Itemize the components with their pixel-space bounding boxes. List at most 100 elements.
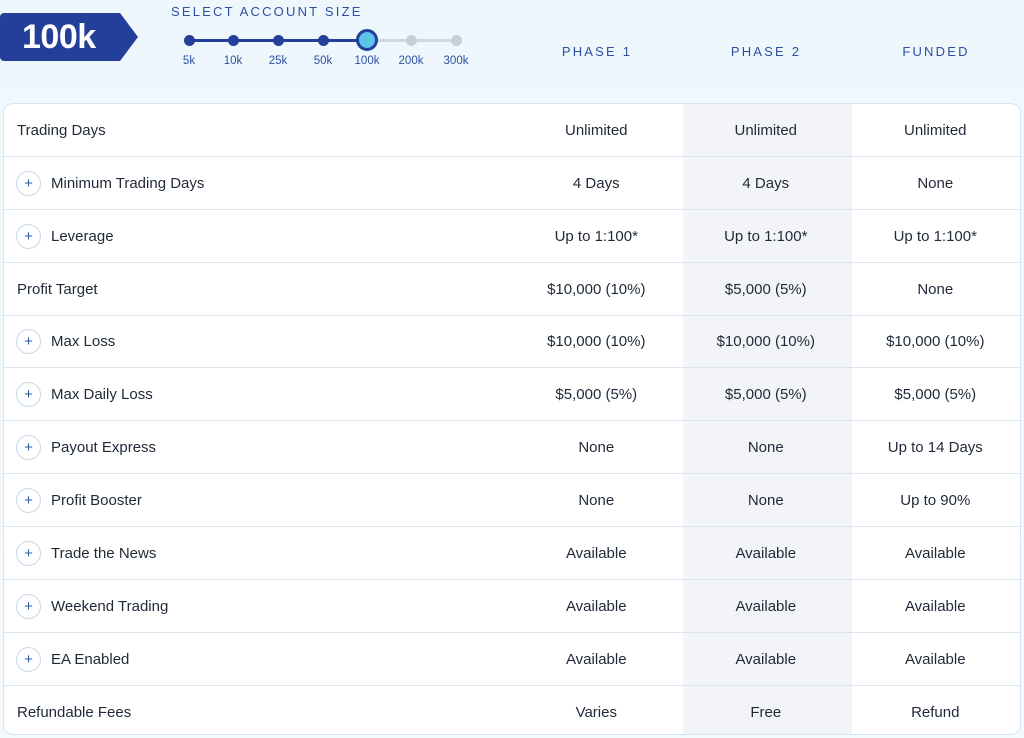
slider-stop-25k[interactable]: 25k bbox=[268, 28, 288, 67]
row-label: Max Daily Loss bbox=[51, 385, 153, 403]
cell-phase-2: None bbox=[747, 438, 784, 456]
slider-dot[interactable] bbox=[405, 35, 417, 46]
row-label: Refundable Fees bbox=[17, 704, 132, 721]
cell-phase-1: $10,000 (10%) bbox=[547, 280, 646, 298]
cell-phase-1: $10,000 (10%) bbox=[547, 332, 646, 350]
plus-icon[interactable]: + bbox=[16, 328, 41, 354]
account-size-badge: 100k bbox=[0, 13, 138, 61]
table-row: + Max Daily Loss $5,000 (5%) $5,000 (5%) $5,… bbox=[4, 368, 1020, 421]
row-label: Profit Booster bbox=[51, 491, 142, 509]
row-label: Payout Express bbox=[51, 438, 157, 456]
cell-phase-1: Unlimited bbox=[565, 121, 628, 139]
slider-dot[interactable] bbox=[272, 35, 284, 46]
cell-funded: None bbox=[917, 280, 954, 298]
account-size-value: 100k bbox=[22, 18, 96, 56]
cell-funded: $5,000 (5%) bbox=[894, 385, 977, 403]
cell-phase-2: None bbox=[747, 491, 784, 509]
slider-dot[interactable] bbox=[317, 35, 329, 46]
cell-funded: Refund bbox=[911, 704, 960, 721]
table-row: Refundable Fees Varies Free Refund bbox=[4, 686, 1020, 734]
slider-dot[interactable] bbox=[227, 35, 239, 46]
row-label-cell: Refundable Fees bbox=[4, 704, 512, 721]
plus-icon[interactable]: + bbox=[16, 381, 41, 407]
plus-icon[interactable]: + bbox=[16, 170, 41, 196]
table-row: + Profit Booster None None Up to 90% bbox=[4, 474, 1020, 527]
table-row: + Max Loss $10,000 (10%) $10,000 (10%) $10,0… bbox=[4, 315, 1020, 368]
cell-funded: None bbox=[917, 174, 954, 192]
row-label: Leverage bbox=[51, 227, 114, 245]
cell-funded: Available bbox=[904, 544, 966, 562]
row-label: Trading Days bbox=[17, 121, 106, 139]
cell-phase-1: None bbox=[578, 438, 615, 456]
slider-tick-label: 10k bbox=[223, 55, 243, 67]
column-header-funded: FUNDED bbox=[902, 44, 970, 59]
slider-dot[interactable] bbox=[183, 35, 195, 46]
row-label: Max Loss bbox=[51, 332, 116, 350]
row-label-cell[interactable]: + Leverage bbox=[4, 223, 512, 249]
slider-tick-label: 25k bbox=[268, 55, 288, 67]
slider-dot[interactable] bbox=[450, 35, 462, 46]
row-label-cell: Profit Target bbox=[4, 281, 512, 298]
row-label-cell[interactable]: + Max Daily Loss bbox=[4, 381, 512, 407]
cell-phase-1: $5,000 (5%) bbox=[555, 385, 638, 403]
plus-icon[interactable]: + bbox=[16, 593, 41, 619]
plus-icon[interactable]: + bbox=[16, 540, 41, 566]
slider-stop-50k[interactable]: 50k bbox=[313, 28, 333, 67]
cell-phase-1: Up to 1:100* bbox=[554, 227, 638, 245]
cell-phase-2: $10,000 (10%) bbox=[716, 332, 815, 350]
comparison-table: Trading Days Unlimited Unlimited Unlimited +… bbox=[3, 103, 1021, 735]
slider-tick-label: 300k bbox=[443, 55, 469, 67]
row-label-cell[interactable]: + Profit Booster bbox=[4, 487, 512, 513]
table-row: + Weekend Trading Available Available Availa… bbox=[4, 580, 1020, 633]
row-label-cell: Trading Days bbox=[4, 122, 512, 139]
row-label-cell[interactable]: + Trade the News bbox=[4, 540, 512, 566]
table-row: Profit Target $10,000 (10%) $5,000 (5%) Non… bbox=[4, 263, 1020, 316]
slider-stop-5k[interactable]: 5k bbox=[179, 28, 199, 67]
row-label: Trade the News bbox=[51, 544, 157, 562]
cell-funded: $10,000 (10%) bbox=[886, 332, 985, 350]
cell-phase-1: 4 Days bbox=[572, 174, 620, 192]
cell-funded: Up to 90% bbox=[900, 491, 971, 509]
select-account-size-label: SELECT ACCOUNT SIZE bbox=[171, 4, 363, 19]
account-size-slider[interactable]: 5k 10k 25k 50k 100k 200k 300k bbox=[180, 28, 470, 68]
plus-icon[interactable]: + bbox=[16, 223, 41, 249]
cell-funded: Up to 1:100* bbox=[893, 227, 977, 245]
cell-phase-2: Available bbox=[735, 544, 797, 562]
slider-dot[interactable] bbox=[356, 29, 378, 51]
column-header-phase-1: PHASE 1 bbox=[561, 44, 633, 59]
slider-stop-300k[interactable]: 300k bbox=[443, 28, 469, 67]
cell-phase-2: 4 Days bbox=[742, 174, 790, 192]
plus-icon[interactable]: + bbox=[16, 646, 41, 672]
cell-funded: Available bbox=[904, 597, 966, 615]
row-label: Minimum Trading Days bbox=[51, 174, 205, 192]
table-row: + Trade the News Available Available Availab… bbox=[4, 527, 1020, 580]
slider-stop-10k[interactable]: 10k bbox=[223, 28, 243, 67]
cell-phase-2: Available bbox=[735, 650, 797, 668]
slider-stop-100k[interactable]: 100k bbox=[354, 28, 380, 67]
plus-icon[interactable]: + bbox=[16, 434, 41, 460]
slider-stop-200k[interactable]: 200k bbox=[399, 28, 423, 67]
row-label-cell[interactable]: + EA Enabled bbox=[4, 646, 512, 672]
table-row: + Leverage Up to 1:100* Up to 1:100* Up to 1… bbox=[4, 210, 1020, 263]
plus-icon[interactable]: + bbox=[16, 487, 41, 513]
row-label-cell[interactable]: + Max Loss bbox=[4, 328, 512, 354]
cell-phase-2: $5,000 (5%) bbox=[724, 385, 807, 403]
cell-funded: Up to 14 Days bbox=[887, 438, 983, 456]
slider-tick-label: 100k bbox=[354, 55, 380, 67]
cell-funded: Available bbox=[904, 650, 966, 668]
row-label-cell[interactable]: + Payout Express bbox=[4, 434, 512, 460]
slider-tick-label: 5k bbox=[182, 55, 196, 67]
row-label: Profit Target bbox=[17, 280, 98, 298]
row-label: Weekend Trading bbox=[51, 597, 169, 615]
cell-phase-1: Available bbox=[565, 650, 627, 668]
cell-phase-1: None bbox=[578, 491, 615, 509]
cell-phase-2: $5,000 (5%) bbox=[724, 280, 807, 298]
cell-phase-2: Free bbox=[750, 704, 782, 721]
row-label-cell[interactable]: + Weekend Trading bbox=[4, 593, 512, 619]
cell-phase-1: Available bbox=[565, 597, 627, 615]
cell-funded: Unlimited bbox=[904, 121, 967, 139]
table-row: + EA Enabled Available Available Available bbox=[4, 633, 1020, 686]
column-header-phase-2: PHASE 2 bbox=[730, 44, 802, 59]
cell-phase-1: Available bbox=[565, 544, 627, 562]
row-label-cell[interactable]: + Minimum Trading Days bbox=[4, 170, 512, 196]
